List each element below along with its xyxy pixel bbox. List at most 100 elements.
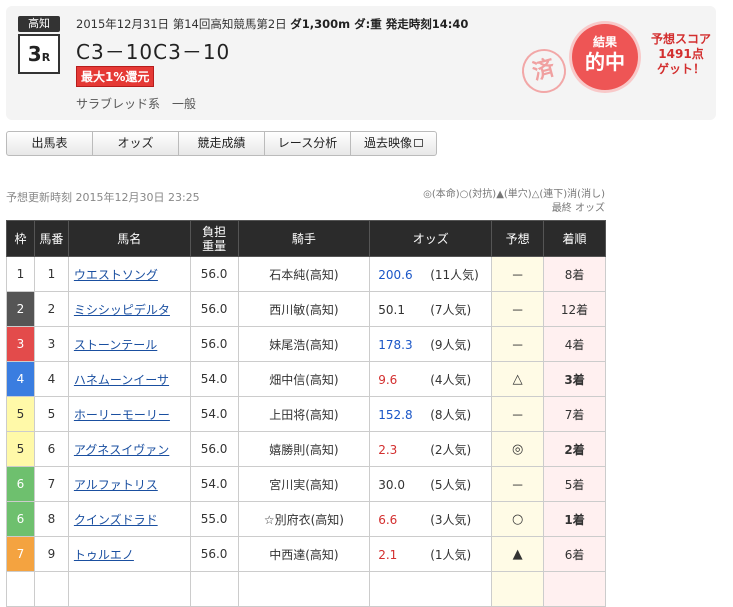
legend-final-odds: 最終 オッズ	[551, 203, 605, 214]
umaban-cell: 2	[33, 291, 69, 327]
finish-cell: 1着	[543, 501, 606, 537]
umaban-cell: 6	[33, 431, 69, 467]
prediction-mark: －	[491, 256, 545, 292]
race-tabs: 出馬表 オッズ 競走成績 レース分析 過去映像	[6, 131, 437, 156]
race-conditions: ダ1,300m ダ:重 発走時刻14:40	[290, 17, 469, 31]
table-row: 3 3 ストーンテール 56.0 妹尾浩(高知) 178.3 (9人気) － 4着	[6, 326, 606, 362]
horse-name-link[interactable]: ホーリーモーリー	[74, 408, 170, 422]
weight-cell: 56.0	[189, 291, 239, 327]
popularity: (4人気)	[430, 372, 472, 387]
jockey-cell: 西川敏(高知)	[237, 291, 371, 327]
score-line-1: 予想スコア	[650, 32, 711, 46]
odds-cell: 200.6 (11人気)	[369, 256, 493, 292]
horse-name-link[interactable]: ウエストソング	[74, 268, 158, 282]
prediction-mark: ○	[491, 501, 545, 537]
prediction-mark: －	[491, 466, 545, 502]
popularity: (11人気)	[430, 267, 479, 282]
waku-cell: 1	[6, 256, 35, 292]
score-text: 予想スコア 1491点 ゲット！	[644, 32, 718, 77]
header-weight: 負担 重量	[189, 220, 239, 257]
odds-value: 2.1	[378, 547, 398, 562]
odds-value: 152.8	[378, 407, 413, 422]
odds-cell	[369, 571, 493, 607]
prediction-mark: －	[491, 396, 545, 432]
prediction-updated-time: 予想更新時刻 2015年12月30日 23:25	[6, 191, 200, 204]
header-horse-name: 馬名	[67, 220, 191, 257]
header-prediction: 予想	[491, 220, 545, 257]
table-row: 2 2 ミシシッピデルタ 56.0 西川敏(高知) 50.1 (7人気) － 12着	[6, 291, 606, 327]
waku-cell: 3	[6, 326, 35, 362]
odds-cell: 178.3 (9人気)	[369, 326, 493, 362]
jockey-cell: 上田将(高知)	[237, 396, 371, 432]
entries-body: 1 1 ウエストソング 56.0 石本純(高知) 200.6 (11人気) － 8着 2 2 ミシシッ…	[6, 256, 606, 607]
entries-table: 枠 馬番 馬名 負担 重量 騎手 オッズ 予想 着順 1 1 ウエストソング 56.0 石…	[6, 220, 606, 607]
odds-value: 9.6	[378, 372, 398, 387]
waku-cell: 5	[6, 396, 35, 432]
tab-entries[interactable]: 出馬表	[7, 132, 93, 155]
waku-cell: 4	[6, 361, 35, 397]
tab-odds[interactable]: オッズ	[93, 132, 179, 155]
umaban-cell	[33, 571, 69, 607]
prediction-mark: △	[491, 361, 545, 397]
odds-cell: 50.1 (7人気)	[369, 291, 493, 327]
horse-name-cell	[67, 571, 191, 607]
odds-value: 50.1	[378, 302, 405, 317]
refund-prefix: 最大	[81, 70, 106, 84]
horse-name-link[interactable]: アルファトリス	[74, 478, 158, 492]
result-label-main: 的中	[585, 50, 625, 74]
finish-cell: 2着	[543, 431, 606, 467]
odds-cell: 6.6 (3人気)	[369, 501, 493, 537]
table-row: 1 1 ウエストソング 56.0 石本純(高知) 200.6 (11人気) － 8着	[6, 256, 606, 292]
tab-results[interactable]: 競走成績	[179, 132, 265, 155]
popularity: (5人気)	[430, 477, 472, 492]
prediction-mark: ▲	[491, 536, 545, 572]
result-hit-badge: 結果 的中	[572, 24, 638, 90]
table-row: 6 7 アルファトリス 54.0 宮川実(高知) 30.0 (5人気) － 5着	[6, 466, 606, 502]
popularity: (1人気)	[430, 547, 472, 562]
odds-value: 178.3	[378, 337, 413, 352]
waku-cell: 7	[6, 536, 35, 572]
odds-cell: 30.0 (5人気)	[369, 466, 493, 502]
jockey-cell: 妹尾浩(高知)	[237, 326, 371, 362]
weight-cell: 56.0	[189, 326, 239, 362]
horse-name-cell: クインズドラド	[67, 501, 191, 537]
horse-name-link[interactable]: ハネムーンイーサ	[74, 373, 169, 387]
horse-name-link[interactable]: ストーンテール	[74, 338, 157, 352]
horse-name-link[interactable]: アグネスイヴァン	[74, 443, 169, 457]
horse-name-cell: トゥルエノ	[67, 536, 191, 572]
finish-cell: 12着	[543, 291, 606, 327]
prediction-mark: ◎	[491, 431, 545, 467]
horse-name-link[interactable]: クインズドラド	[74, 513, 158, 527]
weight-cell: 54.0	[189, 466, 239, 502]
tab-analysis[interactable]: レース分析	[265, 132, 351, 155]
tab-past-video[interactable]: 過去映像	[351, 132, 436, 155]
weight-cell: 56.0	[189, 256, 239, 292]
header-finish: 着順	[543, 220, 606, 257]
table-row: 7 9 トゥルエノ 56.0 中西達(高知) 2.1 (1人気) ▲ 6着	[6, 536, 606, 572]
header-weight-line1: 負担	[202, 224, 227, 239]
race-info: 2015年12月31日 第14回高知競馬第2日 ダ1,300m ダ:重 発走時刻…	[76, 16, 468, 32]
popularity: (7人気)	[430, 302, 472, 317]
prediction-mark: －	[491, 326, 545, 362]
refund-value: 1%還元	[105, 70, 150, 84]
odds-cell: 2.3 (2人気)	[369, 431, 493, 467]
horse-name-link[interactable]: ミシシッピデルタ	[74, 303, 170, 317]
score-line-2: 1491点	[658, 47, 704, 61]
horse-name-link[interactable]: トゥルエノ	[74, 548, 134, 562]
jockey-cell: ☆別府衣(高知)	[237, 501, 371, 537]
venue-badge: 高知	[18, 16, 60, 32]
table-row: 5 6 アグネスイヴァン 56.0 嬉勝則(高知) 2.3 (2人気) ◎ 2着	[6, 431, 606, 467]
finish-cell: 6着	[543, 536, 606, 572]
table-row	[6, 571, 606, 607]
horse-name-cell: ウエストソング	[67, 256, 191, 292]
race-number-value: 3	[27, 42, 42, 66]
horse-name-cell: ミシシッピデルタ	[67, 291, 191, 327]
refund-badge: 最大1%還元	[76, 66, 155, 87]
header-jockey: 騎手	[237, 220, 371, 257]
weight-cell: 56.0	[189, 431, 239, 467]
horse-name-cell: アグネスイヴァン	[67, 431, 191, 467]
popularity: (3人気)	[430, 512, 472, 527]
jockey-cell: 石本純(高知)	[237, 256, 371, 292]
horse-name-cell: ホーリーモーリー	[67, 396, 191, 432]
legend-marks: ◎(本命)○(対抗)▲(単穴)△(連下)消(消し)	[423, 189, 605, 200]
